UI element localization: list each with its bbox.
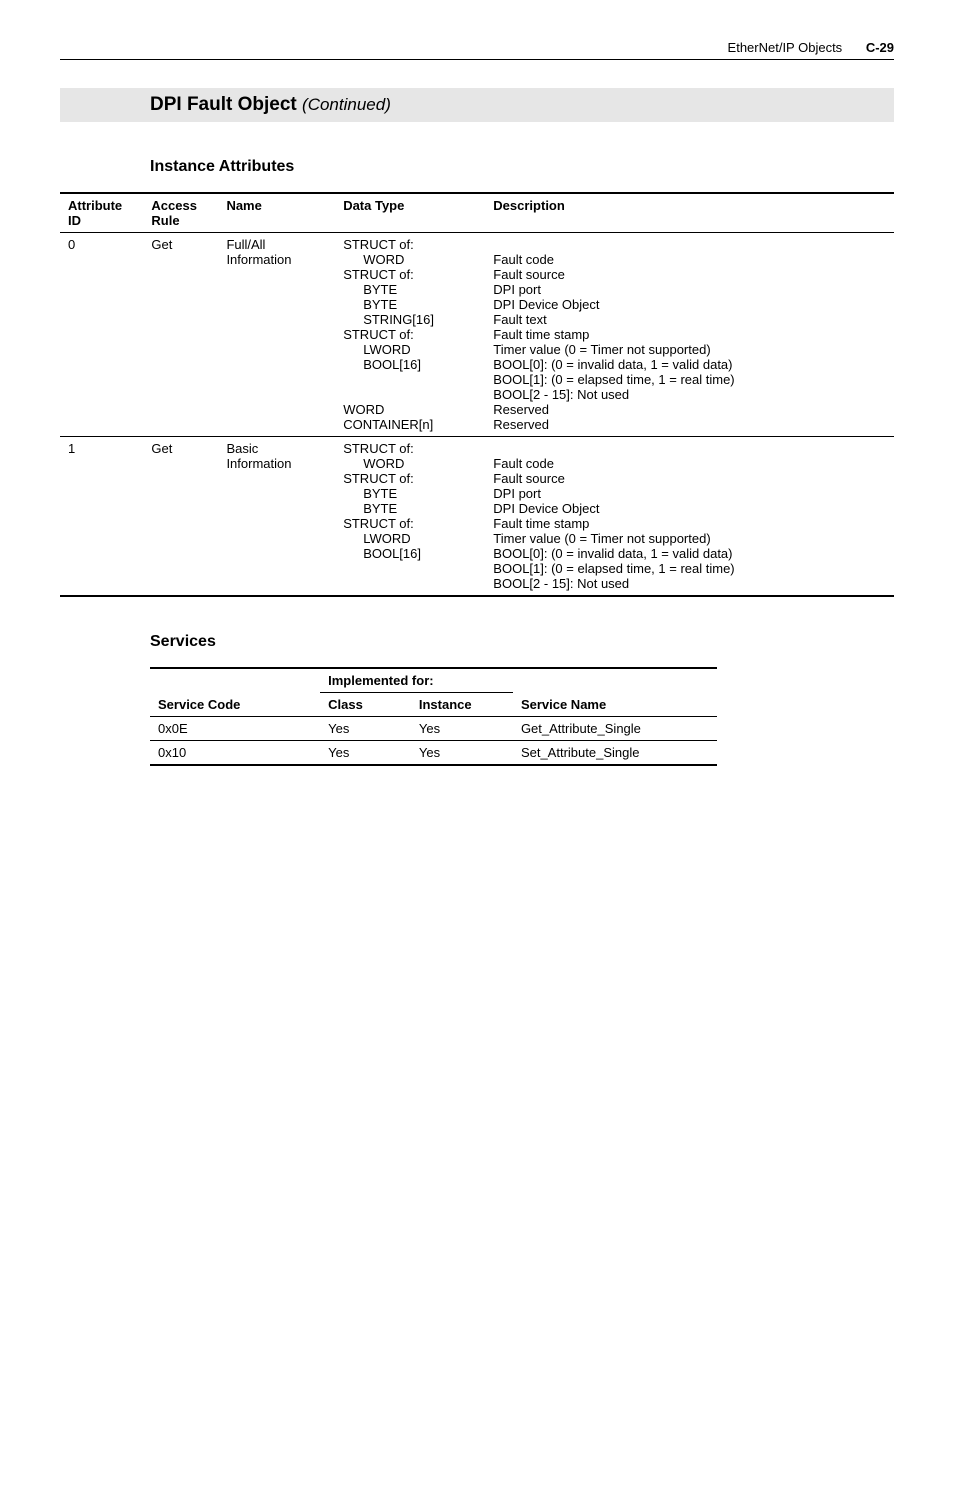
desc-line: BOOL[1]: (0 = elapsed time, 1 = real tim…: [493, 372, 734, 387]
desc-line: Timer value (0 = Timer not supported): [493, 531, 710, 546]
services-heading: Services: [150, 633, 894, 651]
desc-line: Fault time stamp: [493, 516, 589, 531]
desc-line: Reserved: [493, 417, 549, 432]
dt-line: STRUCT of:: [343, 237, 414, 252]
col-implemented-for: Implemented for:: [320, 668, 513, 693]
desc-line: Timer value (0 = Timer not supported): [493, 342, 710, 357]
cell-instance: Yes: [411, 741, 513, 766]
cell-name: Set_Attribute_Single: [513, 741, 717, 766]
cell-name: Full/All Information: [218, 233, 335, 437]
cell-access: Get: [143, 437, 218, 597]
dt-line: BYTE: [343, 486, 477, 501]
instance-attributes-table: Attribute ID Access Rule Name Data Type …: [60, 192, 894, 597]
desc-line: Fault code: [493, 456, 554, 471]
table-row: 1 Get Basic Information STRUCT of: WORD …: [60, 437, 894, 597]
cell-description: Fault code Fault source DPI port DPI Dev…: [485, 233, 894, 437]
desc-line: BOOL[0]: (0 = invalid data, 1 = valid da…: [493, 546, 732, 561]
desc-line: DPI port: [493, 486, 541, 501]
cell-class: Yes: [320, 741, 411, 766]
desc-line: BOOL[0]: (0 = invalid data, 1 = valid da…: [493, 357, 732, 372]
services-table: Implemented for: Service Code Class Inst…: [150, 667, 717, 766]
cell-description: Fault code Fault source DPI port DPI Dev…: [485, 437, 894, 597]
name-line: Information: [226, 456, 291, 471]
desc-line: DPI Device Object: [493, 297, 599, 312]
cell-code: 0x0E: [150, 717, 320, 741]
cell-code: 0x10: [150, 741, 320, 766]
col-data-type: Data Type: [335, 193, 485, 233]
dt-line: STRUCT of:: [343, 516, 414, 531]
table-row: 0x10 Yes Yes Set_Attribute_Single: [150, 741, 717, 766]
chapter-name: EtherNet/IP Objects: [728, 40, 843, 55]
dt-line: BOOL[16]: [343, 357, 477, 372]
page-number: C-29: [866, 40, 894, 55]
col-name: Name: [218, 193, 335, 233]
dt-line: WORD: [343, 402, 384, 417]
desc-line: Fault source: [493, 267, 565, 282]
dt-line: BYTE: [343, 297, 477, 312]
col-service-name: Service Name: [513, 693, 717, 717]
dt-line: WORD: [343, 456, 477, 471]
dt-line: BYTE: [343, 501, 477, 516]
cell-attr-id: 1: [60, 437, 143, 597]
cell-attr-id: 0: [60, 233, 143, 437]
name-line: Basic: [226, 441, 258, 456]
desc-line: Fault text: [493, 312, 546, 327]
desc-line: DPI Device Object: [493, 501, 599, 516]
section-title: DPI Fault Object (Continued): [60, 88, 894, 122]
col-access-rule: Access Rule: [143, 193, 218, 233]
cell-data-type: STRUCT of: WORD STRUCT of: BYTE BYTE STR…: [335, 233, 485, 437]
cell-name: Get_Attribute_Single: [513, 717, 717, 741]
desc-line: Fault source: [493, 471, 565, 486]
name-line: Full/All: [226, 237, 265, 252]
cell-class: Yes: [320, 717, 411, 741]
col-description: Description: [485, 193, 894, 233]
instance-attributes-heading: Instance Attributes: [150, 158, 894, 176]
table-row: 0 Get Full/All Information STRUCT of: WO…: [60, 233, 894, 437]
dt-line: LWORD: [343, 342, 477, 357]
dt-line: LWORD: [343, 531, 477, 546]
dt-line: BYTE: [343, 282, 477, 297]
desc-line: BOOL[2 - 15]: Not used: [493, 387, 629, 402]
desc-line: BOOL[2 - 15]: Not used: [493, 576, 629, 591]
col-attribute-id: Attribute ID: [60, 193, 143, 233]
table-row: 0x0E Yes Yes Get_Attribute_Single: [150, 717, 717, 741]
page-header: EtherNet/IP Objects C-29: [60, 40, 894, 60]
desc-line: Fault time stamp: [493, 327, 589, 342]
dt-line: WORD: [343, 252, 477, 267]
name-line: Information: [226, 252, 291, 267]
cell-access: Get: [143, 233, 218, 437]
col-instance: Instance: [411, 693, 513, 717]
section-title-continued: (Continued): [302, 95, 391, 114]
section-title-main: DPI Fault Object: [150, 94, 297, 115]
cell-instance: Yes: [411, 717, 513, 741]
dt-line: STRUCT of:: [343, 267, 414, 282]
dt-line: STRUCT of:: [343, 441, 414, 456]
dt-line: BOOL[16]: [343, 546, 477, 561]
desc-line: Fault code: [493, 252, 554, 267]
dt-line: STRUCT of:: [343, 471, 414, 486]
dt-line: STRUCT of:: [343, 327, 414, 342]
desc-line: BOOL[1]: (0 = elapsed time, 1 = real tim…: [493, 561, 734, 576]
cell-data-type: STRUCT of: WORD STRUCT of: BYTE BYTE STR…: [335, 437, 485, 597]
cell-name: Basic Information: [218, 437, 335, 597]
desc-line: DPI port: [493, 282, 541, 297]
col-service-code: Service Code: [150, 693, 320, 717]
desc-line: Reserved: [493, 402, 549, 417]
col-class: Class: [320, 693, 411, 717]
dt-line: STRING[16]: [343, 312, 477, 327]
dt-line: CONTAINER[n]: [343, 417, 433, 432]
